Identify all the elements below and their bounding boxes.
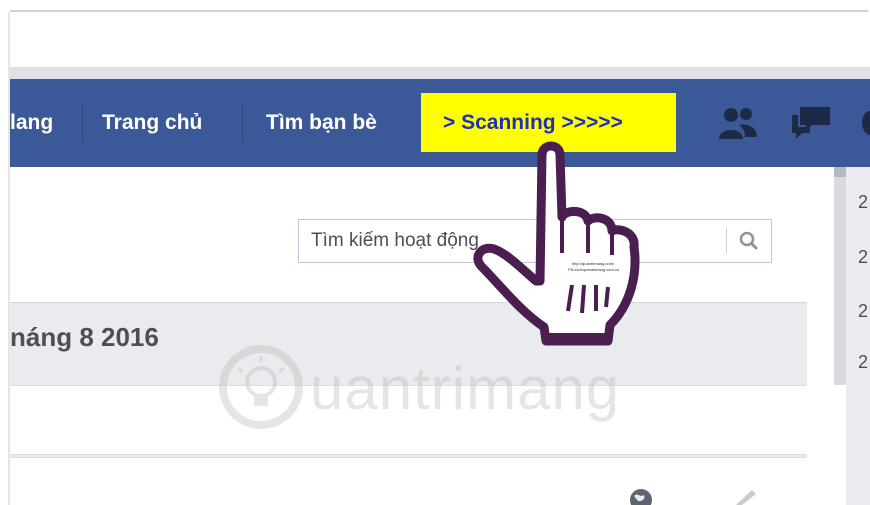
right-column-value: 2 [858, 352, 869, 372]
messages-icon[interactable] [790, 103, 832, 143]
activity-header-panel [10, 167, 807, 303]
notifications-icon[interactable] [862, 103, 870, 143]
right-column-value: 2 [858, 301, 869, 321]
nav-item-find-friends[interactable]: Tìm bạn bè [266, 79, 377, 167]
nav-item-home[interactable]: Trang chủ [102, 79, 202, 167]
globe-icon[interactable] [626, 486, 656, 505]
right-column-value: 2 [858, 192, 869, 212]
watermark-small-fb: FB.com/quantrimang.com.vn [568, 267, 619, 272]
activity-card [10, 385, 807, 455]
scrollbar-thumb[interactable] [834, 167, 846, 177]
timeline-area: náng 8 2016 [10, 167, 807, 505]
nav-separator [82, 103, 83, 143]
friends-icon[interactable] [717, 103, 759, 143]
right-column-value: 2 [858, 247, 869, 267]
right-column [846, 167, 870, 505]
top-navbar: lang Trang chủ Tìm bạn bè > Scanning >>>… [10, 79, 870, 167]
timeline-date-heading: náng 8 2016 [10, 322, 159, 352]
nav-item-lang[interactable]: lang [10, 79, 53, 167]
watermark-small-url: http://quantrimang.com/ [572, 261, 615, 266]
edit-pencil-icon[interactable] [730, 486, 760, 505]
top-band [10, 67, 870, 79]
scrollbar[interactable] [834, 167, 846, 385]
pointing-hand-cursor-icon: http://quantrimang.com/ FB.com/quantrima… [473, 141, 640, 346]
search-icon[interactable] [727, 220, 771, 262]
nav-separator [242, 103, 243, 143]
top-divider [10, 10, 868, 12]
activity-item [10, 457, 807, 505]
